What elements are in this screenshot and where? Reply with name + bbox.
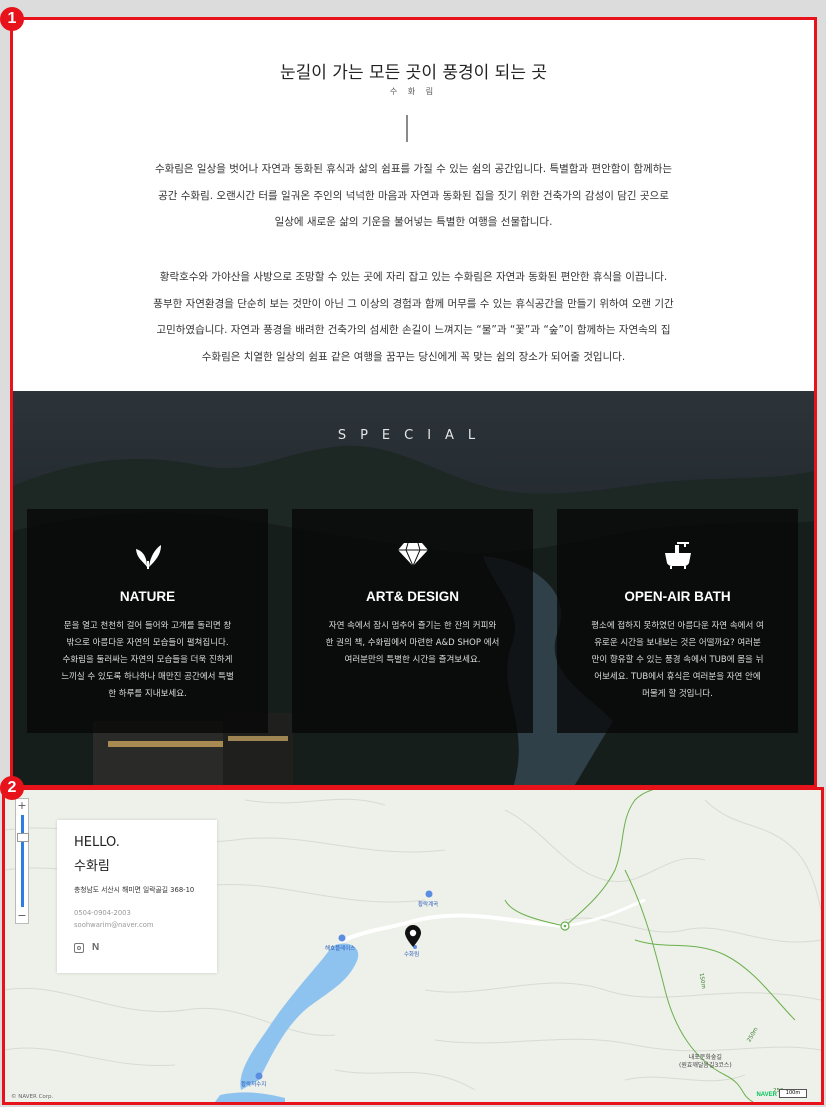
contact-phone[interactable]: 0504-0904-2003 [74,909,131,917]
intro-line: 고민하였습니다. 자연과 풍경을 배려한 건축가의 섬세한 손길이 느껴지는 “… [156,324,671,336]
desc-line: 여러분만의 특별한 시간을 즐겨보세요. [344,655,481,665]
page-subtitle: 수 화 림 [389,87,438,96]
special-title: SPECIAL [337,428,490,443]
contact-greeting: HELLO. [74,835,120,850]
desc-line: 한 하루를 지내보세요. [108,689,187,699]
desc-line: 밖으로 아름다운 자연의 모습들이 펼쳐집니다. [66,638,229,648]
map-label-pin[interactable]: 수화림 [404,950,419,958]
desc-line: 수화림을 둘러싸는 자연의 모습들을 더욱 진하게 [62,655,233,665]
feature-card-open-air-bath: OPEN-AIR BATH 평소에 접하지 못하였던 아름다운 자연 속에서 여… [557,509,798,733]
intro-line: 일상에 새로운 삶의 기운을 불어넣는 특별한 여행을 선물합니다. [274,216,553,228]
zoom-out-button[interactable]: − [16,910,28,922]
feature-heading: OPEN-AIR BATH [624,589,731,604]
intro-line: 황락호수와 가야산을 사방으로 조망할 수 있는 곳에 자리 잡고 있는 수화림… [159,271,668,283]
desc-line: 느끼실 수 있도록 하나하나 매만진 공간에서 특별 [61,672,234,682]
intro-special-section: 눈길이 가는 모든 곳이 풍경이 되는 곳 수 화 림 수화림은 일상을 벗어나… [10,17,817,788]
desc-line: 문을 열고 천천히 걸어 들어와 고개를 돌리면 창 [63,621,232,631]
intro-line: 수화림은 일상을 벗어나 자연과 동화된 휴식과 삶의 쉼표를 가질 수 있는 … [154,163,673,175]
intro-paragraph-2: 황락호수와 가야산을 사방으로 조망할 수 있는 곳에 자리 잡고 있는 수화림… [13,264,814,370]
desc-line: 자연 속에서 잠시 멈추어 즐기는 한 잔의 커피와 [328,621,497,631]
naver-logo: NAVER [756,1092,777,1098]
zoom-in-button[interactable]: + [16,800,28,812]
instagram-icon[interactable] [74,942,84,953]
contact-name: 수화림 [74,859,110,874]
intro-line: 수화림은 치열한 일상의 쉼표 같은 여행을 꿈꾸는 당신에게 꼭 맞는 쉼의 … [201,350,626,363]
feature-heading: ART& DESIGN [365,589,459,604]
diamond-icon [292,541,533,569]
map-copyright: © NAVER Corp. [11,1094,54,1100]
desc-line: 유로운 시간을 보내보는 것은 어떨까요? 여러분 [594,638,761,648]
sns-links: N [74,942,99,953]
intro-paragraph-1: 수화림은 일상을 벗어나 자연과 동화된 휴식과 삶의 쉼표를 가질 수 있는 … [13,156,814,236]
feature-desc: 평소에 접하지 못하였던 아름다운 자연 속에서 여 유로운 시간을 보내보는 … [575,618,780,703]
map-label-place[interactable]: 해호플레이스 [325,944,355,952]
desc-line: 평소에 접하지 못하였던 아름다운 자연 속에서 여 [591,621,764,631]
contact-card: HELLO. 수화림 충청남도 서산시 해미면 일락골길 368-10 0504… [57,820,217,973]
zoom-slider-track[interactable] [21,815,24,907]
feature-desc: 문을 열고 천천히 걸어 들어와 고개를 돌리면 창 밖으로 아름다운 자연의 … [45,618,250,703]
region-badge-2: 2 [0,776,24,800]
contact-email[interactable]: soohwarim@naver.com [74,921,154,929]
map-scale: 100m [779,1089,807,1098]
divider-line [406,115,408,142]
feature-heading: NATURE [119,589,176,604]
bathtub-icon [557,541,798,569]
leaf-icon [27,541,268,569]
intro-line: 풍부한 자연환경을 단순히 보는 것만이 아닌 그 이상의 경험과 함께 머무를… [153,297,674,310]
desc-line: 만이 향유할 수 있는 풍경 속에서 TUB에 몸을 뉘 [591,655,764,665]
special-section: SPECIAL NATURE 문을 열고 천천히 걸어 들어와 고개를 돌리면 … [13,391,814,785]
desc-line: 어보세요. TUB에서 휴식은 여러분을 자연 안에 [594,672,761,682]
intro-block: 눈길이 가는 모든 곳이 풍경이 되는 곳 수 화 림 수화림은 일상을 벗어나… [13,20,814,391]
naver-blog-icon[interactable]: N [92,942,99,953]
region-badge-1: 1 [0,7,24,31]
zoom-slider-handle[interactable] [17,833,29,842]
map-label-place[interactable]: 황락저수지 [241,1080,266,1088]
page-title: 눈길이 가는 모든 곳이 풍경이 되는 곳 [279,63,548,83]
feature-card-art-design: ART& DESIGN 자연 속에서 잠시 멈추어 즐기는 한 잔의 커피와 한… [292,509,533,733]
feature-card-nature: NATURE 문을 열고 천천히 걸어 들어와 고개를 돌리면 창 밖으로 아름… [27,509,268,733]
location-pin-icon[interactable] [405,925,421,947]
map-label-place[interactable]: 황락계곡 [418,900,438,908]
contact-address: 충청남도 서산시 해미면 일락골길 368-10 [74,886,195,894]
zoom-control: + − [15,798,29,924]
intro-line: 공간 수화림. 오랜시간 터를 일궈온 주인의 넉넉한 마음과 자연과 동화된 … [158,189,669,202]
desc-line: 한 권의 책, 수화림에서 마련한 A&D SHOP 에서 [325,638,500,648]
desc-line: 머물게 할 것입니다. [642,689,713,699]
feature-desc: 자연 속에서 잠시 멈추어 즐기는 한 잔의 커피와 한 권의 책, 수화림에서… [310,618,515,669]
map-section: 황락계곡 해호플레이스 수화림 황락저수지 내포문화숲길 (원효깨달음길3코스)… [2,787,824,1105]
map-label-trail[interactable]: 내포문화숲길 (원효깨달음길3코스) [679,1054,732,1070]
